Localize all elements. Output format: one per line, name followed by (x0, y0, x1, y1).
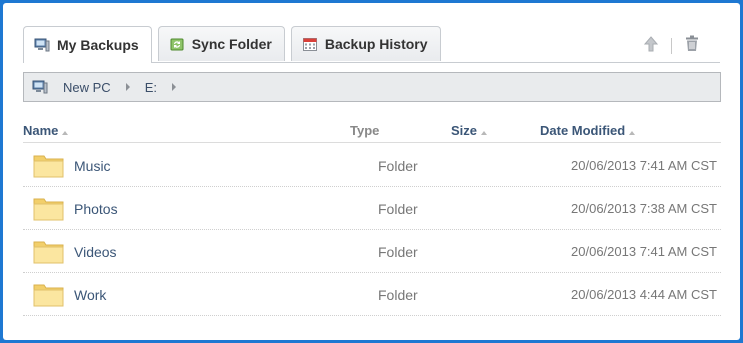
toolbar-separator (671, 38, 672, 54)
file-type: Folder (378, 287, 418, 303)
file-date: 20/06/2013 7:38 AM CST (571, 201, 717, 216)
breadcrumb-item-drive[interactable]: E: (142, 80, 160, 95)
sort-arrow-icon (629, 130, 636, 135)
file-name: Work (74, 287, 107, 303)
tab-label: Sync Folder (191, 36, 272, 52)
file-name: Photos (74, 201, 118, 217)
file-type: Folder (378, 244, 418, 260)
file-type: Folder (378, 201, 418, 217)
column-header-date-modified[interactable]: Date Modified (540, 123, 636, 138)
column-label: Date Modified (540, 123, 626, 138)
file-type: Folder (378, 158, 418, 174)
breadcrumb-item-new-pc[interactable]: New PC (60, 80, 114, 95)
arrow-up-icon (643, 35, 659, 57)
table-row[interactable]: Videos Folder 20/06/2013 7:41 AM CST (23, 230, 721, 273)
trash-icon (684, 35, 700, 57)
table-header: Name Type Size Date Modified (23, 121, 721, 143)
tab-label: My Backups (57, 37, 139, 53)
folder-icon (33, 239, 64, 264)
sort-arrow-icon (481, 130, 488, 135)
file-date: 20/06/2013 4:44 AM CST (571, 287, 717, 302)
column-header-size[interactable]: Size (451, 123, 488, 138)
file-date: 20/06/2013 7:41 AM CST (571, 158, 717, 173)
column-label: Name (23, 123, 59, 138)
app-window: My Backups Sync Folder Backup History Ne… (3, 3, 740, 340)
tab-label: Backup History (324, 36, 428, 52)
up-button[interactable] (641, 35, 661, 57)
monitor-icon (34, 37, 50, 53)
file-date: 20/06/2013 7:41 AM CST (571, 244, 717, 259)
breadcrumb: New PC E: (23, 72, 721, 102)
folder-icon (33, 196, 64, 221)
file-name: Videos (74, 244, 117, 260)
tab-backup-history[interactable]: Backup History (290, 26, 441, 61)
folder-icon (33, 153, 64, 178)
column-label: Type (350, 123, 380, 138)
sort-arrow-icon (62, 130, 69, 135)
calendar-icon (302, 36, 318, 52)
toolbar (641, 35, 702, 57)
chevron-right-icon (125, 83, 130, 91)
table-row[interactable]: Work Folder 20/06/2013 4:44 AM CST (23, 273, 721, 316)
tab-bar: My Backups Sync Folder Backup History (23, 26, 441, 64)
column-header-type: Type (350, 123, 379, 138)
tab-sync-folder[interactable]: Sync Folder (157, 26, 285, 61)
sync-icon (169, 36, 185, 52)
tab-my-backups[interactable]: My Backups (23, 26, 152, 63)
monitor-icon (32, 79, 48, 95)
chevron-right-icon (171, 83, 176, 91)
folder-icon (33, 282, 64, 307)
column-header-name[interactable]: Name (23, 123, 69, 138)
delete-button[interactable] (682, 35, 702, 57)
table-row[interactable]: Photos Folder 20/06/2013 7:38 AM CST (23, 187, 721, 230)
file-list: Music Folder 20/06/2013 7:41 AM CST Phot… (23, 144, 721, 316)
file-name: Music (74, 158, 111, 174)
column-label: Size (451, 123, 478, 138)
table-row[interactable]: Music Folder 20/06/2013 7:41 AM CST (23, 144, 721, 187)
